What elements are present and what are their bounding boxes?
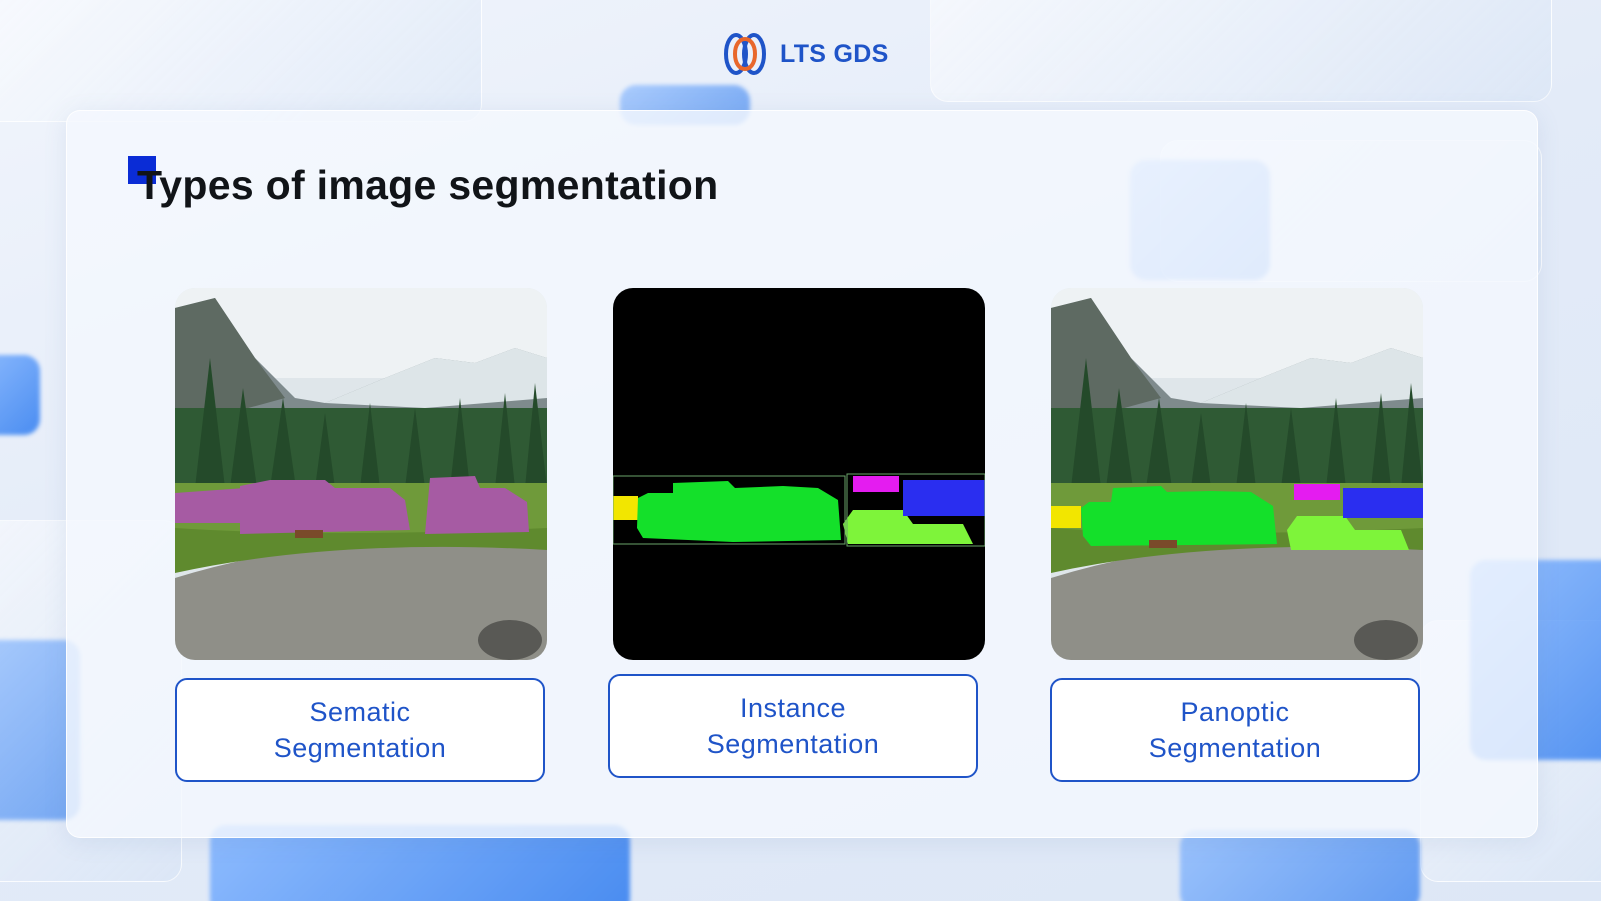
brand-logo-icon (723, 32, 767, 76)
panoptic-label-line1: Panoptic (1180, 697, 1290, 727)
page-title: Types of image segmentation (137, 162, 719, 208)
brand-logo: LTS GDS (720, 30, 889, 78)
instance-segmentation-image (613, 288, 985, 660)
instance-segmentation-label[interactable]: Instance Segmentation (608, 674, 978, 778)
panoptic-segmentation-image (1051, 288, 1423, 660)
instance-label-line1: Instance (739, 693, 847, 723)
panoptic-segmentation-label[interactable]: Panoptic Segmentation (1050, 678, 1420, 782)
semantic-segmentation-label[interactable]: Sematic Segmentation (175, 678, 545, 782)
brand-name: LTS GDS (780, 39, 889, 68)
instance-label-line2: Segmentation (706, 729, 880, 759)
semantic-segmentation-image (175, 288, 547, 660)
semantic-label-line2: Segmentation (273, 733, 447, 763)
panoptic-label-line2: Segmentation (1148, 733, 1322, 763)
semantic-label-line1: Sematic (309, 697, 411, 727)
